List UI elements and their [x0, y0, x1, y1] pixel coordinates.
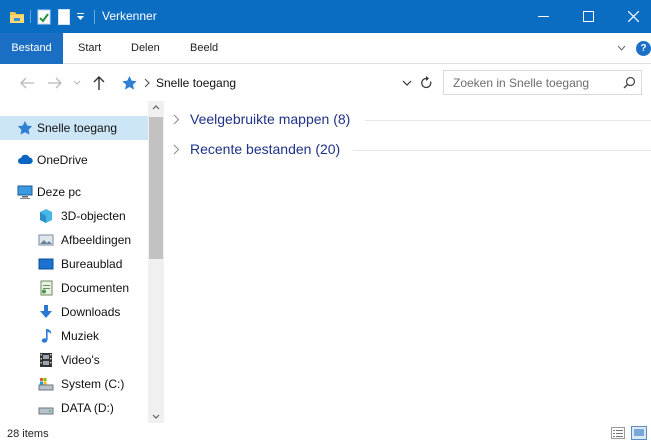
group-divider: [365, 120, 651, 121]
quick-access-dropdown-icon[interactable]: [76, 12, 85, 21]
cloud-icon: [18, 154, 33, 164]
sidebar-item-label: Video's: [61, 353, 100, 367]
sidebar-item-downloads[interactable]: Downloads: [0, 300, 148, 324]
search-icon[interactable]: [623, 76, 636, 89]
cube-icon: [40, 209, 52, 223]
properties-icon[interactable]: [37, 9, 51, 25]
desktop-icon: [38, 258, 54, 270]
folder-icon[interactable]: [9, 9, 25, 25]
tab-delen[interactable]: Delen: [131, 33, 160, 64]
close-button[interactable]: [610, 0, 651, 33]
refresh-icon[interactable]: [420, 76, 433, 90]
sidebar-item-data-d[interactable]: DATA (D:): [0, 396, 148, 420]
group-divider: [353, 150, 651, 151]
music-note-icon: [41, 329, 52, 343]
expand-ribbon-chevron-icon[interactable]: [617, 45, 626, 52]
sidebar-item-label: Deze pc: [37, 185, 82, 199]
title-bar: Verkenner: [0, 0, 651, 33]
sidebar-item-label: Muziek: [61, 329, 100, 343]
sidebar-item-bureaublad[interactable]: Bureaublad: [0, 252, 148, 276]
sidebar-item-snelle-toegang[interactable]: Snelle toegang: [0, 116, 148, 140]
sidebar-item-label: Snelle toegang: [37, 121, 118, 135]
documents-icon: [40, 280, 53, 296]
help-icon[interactable]: ?: [636, 41, 651, 56]
sidebar-item-label: System (C:): [61, 377, 125, 391]
large-icons-view-icon[interactable]: [631, 426, 647, 440]
sidebar-item-afbeeldingen[interactable]: Afbeeldingen: [0, 228, 148, 252]
breadcrumb-chevron-icon[interactable]: [144, 79, 150, 87]
sidebar-item-label: 3D-objecten: [61, 209, 126, 223]
maximize-icon: [582, 11, 594, 22]
navigation-pane: Snelle toegang OneDrive Deze pc 3D-objec…: [0, 101, 164, 423]
window-title: Verkenner: [102, 9, 157, 23]
sidebar-item-muziek[interactable]: Muziek: [0, 324, 148, 348]
sidebar-item-label: Documenten: [61, 281, 130, 295]
drive-icon: [38, 407, 54, 415]
search-placeholder: Zoeken in Snelle toegang: [453, 76, 590, 90]
film-icon: [40, 353, 52, 367]
status-bar: 28 items: [0, 423, 651, 444]
scrollbar-thumb[interactable]: [149, 117, 163, 259]
expand-chevron-icon[interactable]: [173, 114, 180, 125]
sidebar-item-3d-objecten[interactable]: 3D-objecten: [0, 204, 148, 228]
minimize-button[interactable]: [520, 0, 566, 33]
back-arrow-icon[interactable]: [18, 75, 36, 91]
forward-arrow-icon[interactable]: [46, 75, 64, 91]
system-drive-icon: [38, 378, 54, 391]
sidebar-scrollbar[interactable]: [148, 101, 164, 423]
tab-start[interactable]: Start: [78, 33, 101, 64]
group-title: Recente bestanden (20): [190, 141, 347, 157]
download-arrow-icon: [40, 305, 52, 318]
group-title: Veelgebruikte mappen (8): [190, 111, 357, 127]
expand-chevron-icon[interactable]: [173, 144, 180, 155]
sidebar-item-videos[interactable]: Video's: [0, 348, 148, 372]
item-count: 28 items: [7, 428, 49, 440]
new-folder-icon[interactable]: [58, 9, 70, 25]
details-view-icon[interactable]: [611, 427, 625, 439]
separator: [94, 10, 95, 24]
scroll-up-icon[interactable]: [152, 104, 160, 110]
tab-bestand[interactable]: Bestand: [0, 33, 63, 64]
minimize-icon: [537, 16, 549, 17]
search-box[interactable]: Zoeken in Snelle toegang: [443, 70, 642, 95]
address-bar[interactable]: Snelle toegang: [113, 70, 439, 95]
up-arrow-icon[interactable]: [92, 74, 106, 92]
sidebar-item-label: DATA (D:): [61, 401, 114, 415]
address-path: Snelle toegang: [156, 76, 237, 90]
star-icon: [122, 76, 137, 90]
address-dropdown-icon[interactable]: [402, 80, 412, 87]
scroll-down-icon[interactable]: [152, 414, 160, 420]
group-recent-files[interactable]: Recente bestanden (20): [173, 139, 651, 161]
sidebar-item-deze-pc[interactable]: Deze pc: [0, 180, 148, 204]
pictures-icon: [38, 234, 54, 246]
navigation-bar: Snelle toegang Zoeken in Snelle toegang: [0, 65, 651, 101]
close-icon: [627, 11, 639, 22]
sidebar-item-label: Bureaublad: [61, 257, 123, 271]
sidebar-item-label: Afbeeldingen: [61, 233, 132, 247]
maximize-button[interactable]: [565, 0, 611, 33]
content-pane: Veelgebruikte mappen (8) Recente bestand…: [164, 101, 651, 423]
sidebar-item-onedrive[interactable]: OneDrive: [0, 148, 148, 172]
sidebar-item-documenten[interactable]: Documenten: [0, 276, 148, 300]
computer-icon: [17, 185, 33, 199]
sidebar-item-label: OneDrive: [37, 153, 88, 167]
star-icon: [17, 121, 33, 135]
recent-locations-chevron-icon[interactable]: [73, 79, 81, 87]
ribbon-tabs: Bestand Start Delen Beeld ?: [0, 33, 651, 64]
sidebar-item-label: Downloads: [61, 305, 121, 319]
tab-beeld[interactable]: Beeld: [190, 33, 218, 64]
sidebar-item-system-c[interactable]: System (C:): [0, 372, 148, 396]
group-frequent-folders[interactable]: Veelgebruikte mappen (8): [173, 109, 651, 131]
separator: [30, 10, 31, 23]
